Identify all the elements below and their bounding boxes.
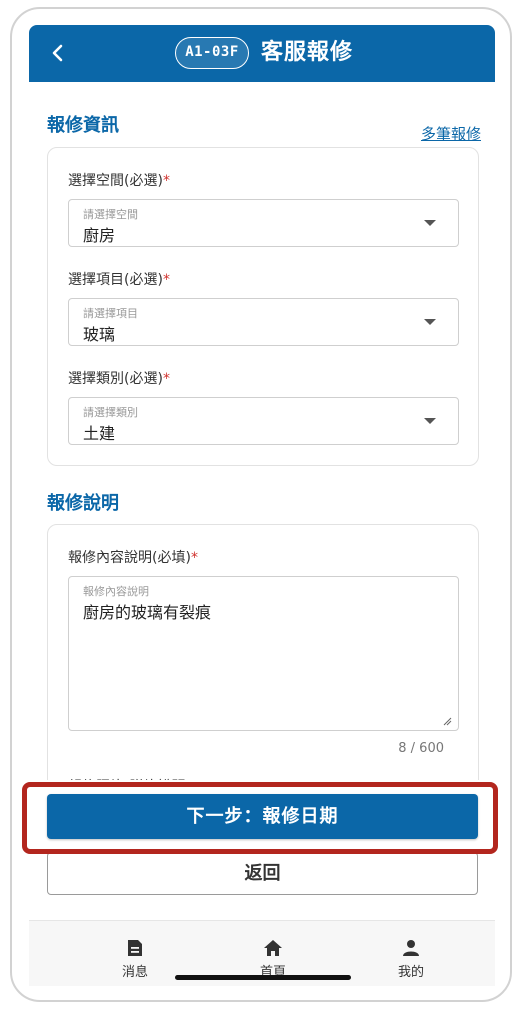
app-header: A1-03F 客服報修: [29, 25, 495, 82]
description-textarea[interactable]: 報修內容說明 廚房的玻璃有裂痕: [68, 576, 459, 731]
back-button[interactable]: [43, 37, 71, 69]
chevron-left-icon: [52, 44, 63, 62]
multi-repair-link[interactable]: 多筆報修: [421, 123, 481, 144]
item-select[interactable]: 請選擇項目 玻璃: [68, 298, 459, 346]
user-icon: [403, 940, 419, 956]
repair-info-card: 選擇空間(必選)* 請選擇空間 廚房 選擇項目(必選)* 請選擇項目 玻璃 選擇…: [47, 147, 479, 466]
description-placeholder: 報修內容說明: [83, 585, 149, 598]
description-card: 報修內容說明(必填)* 報修內容說明 廚房的玻璃有裂痕 8 / 600 報修照片…: [47, 524, 479, 824]
resize-handle-icon[interactable]: [442, 716, 452, 726]
char-counter: 8 / 600: [398, 741, 444, 756]
description-heading: 報修說明: [47, 493, 119, 514]
item-label: 選擇項目(必選)*: [68, 272, 170, 288]
tab-messages-label: 消息: [121, 965, 148, 980]
home-icon: [264, 940, 282, 956]
category-select-value: 土建: [83, 424, 116, 443]
category-select[interactable]: 請選擇類別 土建: [68, 397, 459, 445]
unit-badge: A1-03F: [175, 37, 249, 69]
tab-profile[interactable]: 我的: [361, 921, 461, 986]
tab-messages[interactable]: 消息: [85, 921, 185, 986]
item-select-value: 玻璃: [83, 325, 116, 344]
space-select-placeholder: 請選擇空間: [83, 208, 138, 221]
category-select-placeholder: 請選擇類別: [83, 406, 138, 419]
next-step-button[interactable]: 下一步：報修日期: [47, 794, 478, 839]
tab-profile-label: 我的: [397, 965, 424, 980]
caret-down-icon: [424, 319, 436, 325]
description-label: 報修內容說明(必填)*: [68, 550, 198, 566]
description-value: 廚房的玻璃有裂痕: [83, 603, 212, 622]
space-select-value: 廚房: [83, 226, 116, 245]
space-select[interactable]: 請選擇空間 廚房: [68, 199, 459, 247]
home-indicator: [175, 975, 351, 980]
message-icon: [128, 940, 142, 956]
caret-down-icon: [424, 220, 436, 226]
caret-down-icon: [424, 418, 436, 424]
space-label: 選擇空間(必選)*: [68, 173, 170, 189]
item-select-placeholder: 請選擇項目: [83, 307, 138, 320]
app-screen: A1-03F 客服報修 報修資訊 多筆報修 選擇空間(必選)* 請選擇空間 廚房…: [29, 25, 495, 986]
back-return-button[interactable]: 返回: [47, 852, 478, 895]
repair-info-heading: 報修資訊: [47, 115, 119, 136]
category-label: 選擇類別(必選)*: [68, 371, 170, 387]
page-title: 客服報修: [261, 40, 354, 65]
